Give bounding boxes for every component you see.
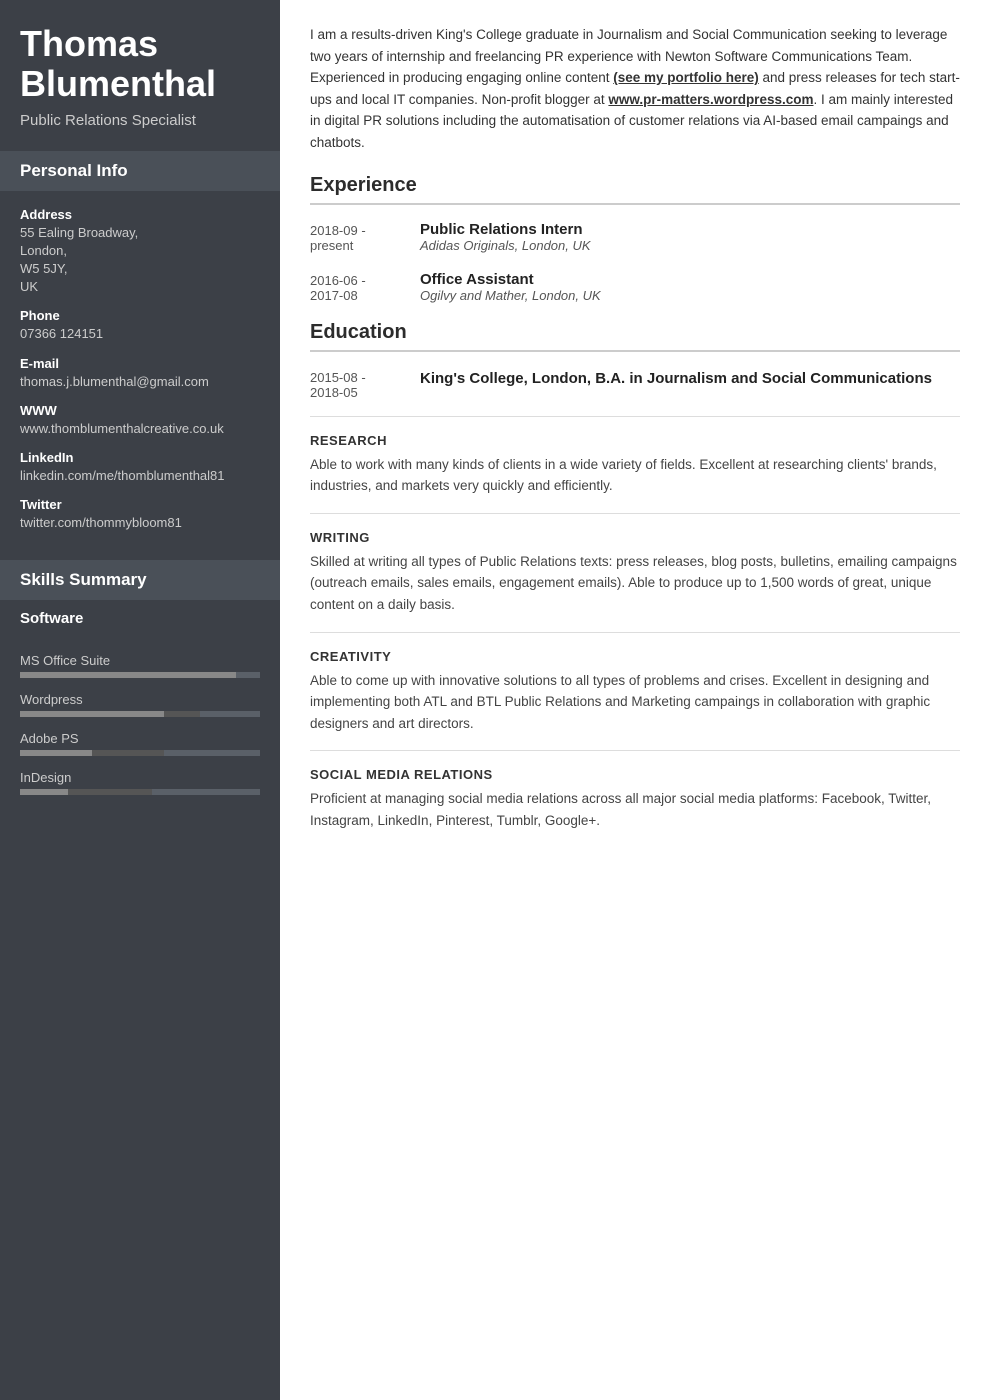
exp-role: Public Relations Intern	[420, 221, 960, 238]
skill-category-title: WRITING	[310, 530, 960, 545]
education-title: Education	[310, 321, 960, 352]
skill-bar	[20, 750, 260, 756]
experience-list: 2018-09 -presentPublic Relations InternA…	[310, 221, 960, 303]
skill-name: Adobe PS	[20, 731, 260, 746]
skill-item: Adobe PS	[20, 731, 260, 756]
skill-category-desc: Able to work with many kinds of clients …	[310, 454, 960, 497]
skill-bar	[20, 789, 260, 795]
exp-details: Office AssistantOgilvy and Mather, Londo…	[420, 271, 960, 303]
intro-paragraph: I am a results-driven King's College gra…	[310, 24, 960, 154]
personal-info-header: Personal Info	[0, 151, 280, 191]
linkedin-label: LinkedIn	[20, 450, 260, 465]
skill-item: InDesign	[20, 770, 260, 795]
section-divider	[310, 416, 960, 417]
software-header: Software	[0, 600, 280, 637]
exp-company: Adidas Originals, London, UK	[420, 238, 960, 253]
skill-category-desc: Able to come up with innovative solution…	[310, 670, 960, 735]
linkedin-value: linkedin.com/me/thomblumenthal81	[20, 467, 260, 485]
www-label: WWW	[20, 403, 260, 418]
phone-label: Phone	[20, 308, 260, 323]
sidebar-header: Thomas Blumenthal Public Relations Speci…	[0, 0, 280, 151]
skill-name: InDesign	[20, 770, 260, 785]
skill-category: SOCIAL MEDIA RELATIONS Proficient at mana…	[310, 767, 960, 831]
email-label: E-mail	[20, 356, 260, 371]
skill-item: Wordpress	[20, 692, 260, 717]
edu-date: 2015-08 -2018-05	[310, 368, 420, 400]
education-item: 2015-08 -2018-05King's College, London, …	[310, 368, 960, 400]
candidate-title: Public Relations Specialist	[20, 111, 260, 131]
email-value: thomas.j.blumenthal@gmail.com	[20, 373, 260, 391]
address-group: Address 55 Ealing Broadway,London,W5 5JY…	[20, 207, 260, 297]
address-label: Address	[20, 207, 260, 222]
skill-name: MS Office Suite	[20, 653, 260, 668]
portfolio-link[interactable]: (see my portfolio here)	[613, 70, 759, 85]
skill-bar-fill	[20, 789, 68, 795]
skill-category: WRITING Skilled at writing all types of P…	[310, 530, 960, 616]
skills-summary-header: Skills Summary	[0, 560, 280, 600]
skill-category-desc: Proficient at managing social media rela…	[310, 788, 960, 831]
exp-details: Public Relations InternAdidas Originals,…	[420, 221, 960, 253]
exp-company: Ogilvy and Mather, London, UK	[420, 288, 960, 303]
address-value: 55 Ealing Broadway,London,W5 5JY,UK	[20, 224, 260, 297]
experience-item: 2018-09 -presentPublic Relations InternA…	[310, 221, 960, 253]
edu-degree: King's College, London, B.A. in Journali…	[420, 368, 960, 389]
linkedin-group: LinkedIn linkedin.com/me/thomblumenthal8…	[20, 450, 260, 485]
skill-bar-fill	[20, 711, 164, 717]
www-group: WWW www.thomblumenthalcreative.co.uk	[20, 403, 260, 438]
exp-date: 2016-06 -2017-08	[310, 271, 420, 303]
twitter-group: Twitter twitter.com/thommybloom81	[20, 497, 260, 532]
skill-category-title: CREATIVITY	[310, 649, 960, 664]
personal-info-content: Address 55 Ealing Broadway,London,W5 5JY…	[0, 191, 280, 561]
education-list: 2015-08 -2018-05King's College, London, …	[310, 368, 960, 400]
twitter-label: Twitter	[20, 497, 260, 512]
skill-bar	[20, 672, 260, 678]
section-divider	[310, 513, 960, 514]
email-group: E-mail thomas.j.blumenthal@gmail.com	[20, 356, 260, 391]
section-divider	[310, 750, 960, 751]
blog-link[interactable]: www.pr-matters.wordpress.com	[608, 92, 813, 107]
experience-item: 2016-06 -2017-08Office AssistantOgilvy a…	[310, 271, 960, 303]
skill-category-desc: Skilled at writing all types of Public R…	[310, 551, 960, 616]
skill-item: MS Office Suite	[20, 653, 260, 678]
section-divider	[310, 632, 960, 633]
skill-name: Wordpress	[20, 692, 260, 707]
skills-section: RESEARCH Able to work with many kinds of …	[310, 416, 960, 832]
skill-bar-fill	[20, 672, 236, 678]
exp-date: 2018-09 -present	[310, 221, 420, 253]
www-value: www.thomblumenthalcreative.co.uk	[20, 420, 260, 438]
exp-role: Office Assistant	[420, 271, 960, 288]
skill-bar	[20, 711, 260, 717]
skill-category-title: RESEARCH	[310, 433, 960, 448]
candidate-name: Thomas Blumenthal	[20, 24, 260, 103]
phone-value: 07366 124151	[20, 325, 260, 343]
main-content: I am a results-driven King's College gra…	[280, 0, 990, 1400]
education-section: Education 2015-08 -2018-05King's College…	[310, 321, 960, 400]
skill-category-title: SOCIAL MEDIA RELATIONS	[310, 767, 960, 782]
edu-details: King's College, London, B.A. in Journali…	[420, 368, 960, 400]
skill-bar-accent	[92, 750, 164, 756]
twitter-value: twitter.com/thommybloom81	[20, 514, 260, 532]
sidebar: Thomas Blumenthal Public Relations Speci…	[0, 0, 280, 1400]
experience-title: Experience	[310, 174, 960, 205]
skill-category: CREATIVITY Able to come up with innovativ…	[310, 649, 960, 735]
skill-bar-accent	[68, 789, 152, 795]
software-content: MS Office Suite Wordpress Adobe PS InDesign	[0, 637, 280, 825]
experience-section: Experience 2018-09 -presentPublic Relati…	[310, 174, 960, 303]
skill-bar-accent	[164, 711, 200, 717]
skill-category: RESEARCH Able to work with many kinds of …	[310, 433, 960, 497]
skill-bar-fill	[20, 750, 92, 756]
phone-group: Phone 07366 124151	[20, 308, 260, 343]
